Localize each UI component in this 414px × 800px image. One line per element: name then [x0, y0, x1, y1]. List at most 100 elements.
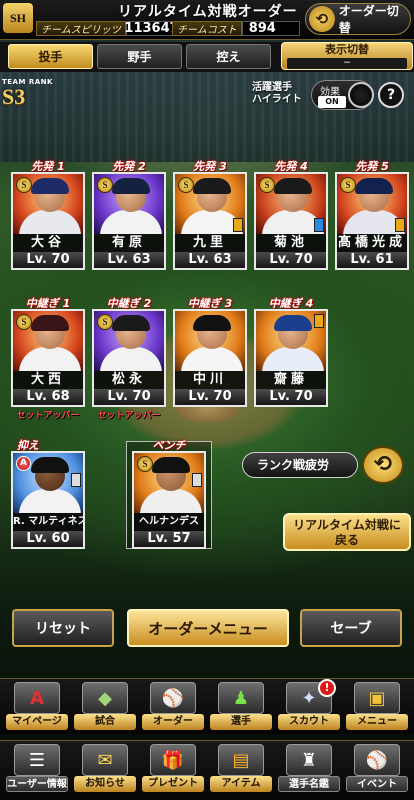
news-icon: ✉ — [82, 744, 128, 776]
status-badge — [314, 314, 324, 328]
save-button[interactable]: セーブ — [300, 609, 402, 647]
menu-icon: ▣ — [354, 682, 400, 714]
rank-fatigue-label: ランク戦疲労 — [242, 452, 358, 478]
tab-pitcher[interactable]: 投手 — [8, 44, 93, 69]
help-icon[interactable]: ? — [378, 82, 404, 108]
player-card-starter-3[interactable]: 先発 3 S 九里 Lv. 63 — [173, 160, 247, 270]
switch-order-button[interactable]: ⟲ オーダー切替 — [305, 3, 411, 35]
status-badge — [192, 473, 202, 487]
player-card-reliever-1[interactable]: 中継ぎ 1 S 大西 Lv. 68 セットアッパー — [11, 297, 85, 421]
status-badge — [233, 218, 243, 232]
player-name: 九里 — [173, 234, 247, 252]
status-badge — [395, 218, 405, 232]
player-portrait: S — [132, 451, 206, 513]
menu-present[interactable]: 🎁 プレゼント — [142, 743, 204, 795]
player-card-reliever-2[interactable]: 中継ぎ 2 S 松永 Lv. 70 セットアッパー — [92, 297, 166, 421]
player-portrait — [173, 309, 247, 371]
player-name: 大西 — [11, 371, 85, 389]
s-rank-icon: S — [16, 314, 32, 330]
menu-scout[interactable]: ✦ スカウト ! — [278, 679, 340, 733]
player-card-starter-5[interactable]: 先発 5 S 髙橋光成 Lv. 61 — [335, 160, 409, 270]
menu-label: オーダー — [142, 714, 204, 730]
view-toggle-label: 表示切替 — [325, 43, 369, 56]
sub-menu-bar: ☰ ユーザー情報 ✉ お知らせ 🎁 プレゼント ▤ アイテム ♜ 選手名鑑 ⚾ … — [0, 740, 414, 800]
notification-badge: ! — [318, 679, 336, 697]
player-portrait: S — [173, 172, 247, 234]
player-name: R. マルティネス — [11, 513, 85, 531]
s-rank-icon: S — [16, 177, 32, 193]
back-label-line1: リアルタイム対戦に — [293, 518, 401, 532]
main-menu-bar: A マイページ ◆ 試合 ⚾ オーダー ♟ 選手 ✦ スカウト ! ▣ メニュー — [0, 678, 414, 734]
player-level: Lv. 68 — [11, 389, 85, 407]
player-card-starter-1[interactable]: 先発 1 S 大谷 Lv. 70 — [11, 160, 85, 270]
player-name: 髙橋光成 — [335, 234, 409, 252]
menu-label: マイページ — [6, 714, 68, 730]
highlight-label-line1: 活躍選手 — [252, 82, 292, 93]
team-cost-value: 894 — [241, 21, 300, 36]
player-level: Lv. 63 — [173, 252, 247, 270]
player-card-starter-4[interactable]: 先発 4 S 菊池 Lv. 70 — [254, 160, 328, 270]
menu-item[interactable]: ▤ アイテム — [210, 743, 272, 795]
player-level: Lv. 70 — [92, 389, 166, 407]
menu-player-book[interactable]: ♜ 選手名鑑 — [278, 743, 340, 795]
menu-label: お知らせ — [74, 776, 136, 792]
menu-label: スカウト — [278, 714, 340, 730]
player-subrole: セットアッパー — [16, 411, 80, 421]
player-card-bench[interactable]: ベンチ S ヘルナンデス Lv. 57 — [132, 439, 206, 549]
highlight-label: 活躍選手 ハイライト — [252, 82, 302, 106]
player-name: 齋藤 — [254, 371, 328, 389]
menu-event[interactable]: ⚾ イベント — [346, 743, 408, 795]
header-bar: SH リアルタイム対戦オーダー チームスピリッツ 113647 チームコスト 8… — [0, 0, 414, 40]
player-name: 松永 — [92, 371, 166, 389]
menu-label: 選手名鑑 — [278, 776, 340, 792]
menu-news[interactable]: ✉ お知らせ — [74, 743, 136, 795]
player-card-reliever-4[interactable]: 中継ぎ 4 齋藤 Lv. 70 — [254, 297, 328, 407]
present-icon: 🎁 — [150, 744, 196, 776]
team-rank: TEAM RANK S3 — [2, 78, 53, 108]
s-rank-icon: S — [259, 177, 275, 193]
player-level: Lv. 70 — [173, 389, 247, 407]
back-to-realtime-button[interactable]: リアルタイム対戦に 戻る — [283, 513, 411, 551]
player-name: 有原 — [92, 234, 166, 252]
status-badge — [314, 218, 324, 232]
menu-label: 選手 — [210, 714, 272, 730]
menu-label: 試合 — [74, 714, 136, 730]
menu-player[interactable]: ♟ 選手 — [210, 681, 272, 733]
team-cost-row: チームコスト 894 — [172, 20, 300, 37]
menu-user-info[interactable]: ☰ ユーザー情報 — [6, 743, 68, 795]
player-level: Lv. 63 — [92, 252, 166, 270]
player-book-icon: ♜ — [286, 744, 332, 776]
s-rank-icon: S — [178, 177, 194, 193]
switch-order-label: オーダー切替 — [338, 4, 399, 35]
team-spirit-label: チームスピリッツ — [36, 21, 126, 36]
tab-fielder[interactable]: 野手 — [97, 44, 182, 69]
player-name: ヘルナンデス — [132, 513, 206, 531]
player-icon: ♟ — [218, 682, 264, 714]
player-portrait: S — [92, 309, 166, 371]
menu-my-page[interactable]: A マイページ — [6, 681, 68, 733]
fatigue-recover-icon[interactable]: ⟲ — [362, 446, 404, 484]
s-rank-icon: S — [137, 456, 153, 472]
reset-button[interactable]: リセット — [12, 609, 114, 647]
player-portrait — [254, 309, 328, 371]
menu-label: ユーザー情報 — [6, 776, 68, 792]
s-rank-icon: S — [97, 177, 113, 193]
menu-match[interactable]: ◆ 試合 — [74, 681, 136, 733]
player-card-starter-2[interactable]: 先発 2 S 有原 Lv. 63 — [92, 160, 166, 270]
player-card-reliever-3[interactable]: 中継ぎ 3 中川 Lv. 70 — [173, 297, 247, 407]
menu-menu[interactable]: ▣ メニュー — [346, 681, 408, 733]
player-level: Lv. 70 — [11, 252, 85, 270]
view-toggle-button[interactable]: 表示切替 − — [281, 42, 413, 70]
team-logo: SH — [3, 3, 33, 33]
menu-label: イベント — [346, 776, 408, 792]
toggle-knob-icon[interactable] — [348, 82, 374, 108]
player-card-closer[interactable]: 抑え A R. マルティネス Lv. 60 — [11, 439, 85, 549]
player-portrait: S — [92, 172, 166, 234]
team-rank-value: S3 — [2, 84, 26, 109]
player-portrait: S — [254, 172, 328, 234]
match-icon: ◆ — [82, 682, 128, 714]
tab-bench[interactable]: 控え — [186, 44, 271, 69]
order-menu-button[interactable]: オーダーメニュー — [127, 609, 289, 647]
menu-order[interactable]: ⚾ オーダー — [142, 681, 204, 733]
player-level: Lv. 70 — [254, 252, 328, 270]
